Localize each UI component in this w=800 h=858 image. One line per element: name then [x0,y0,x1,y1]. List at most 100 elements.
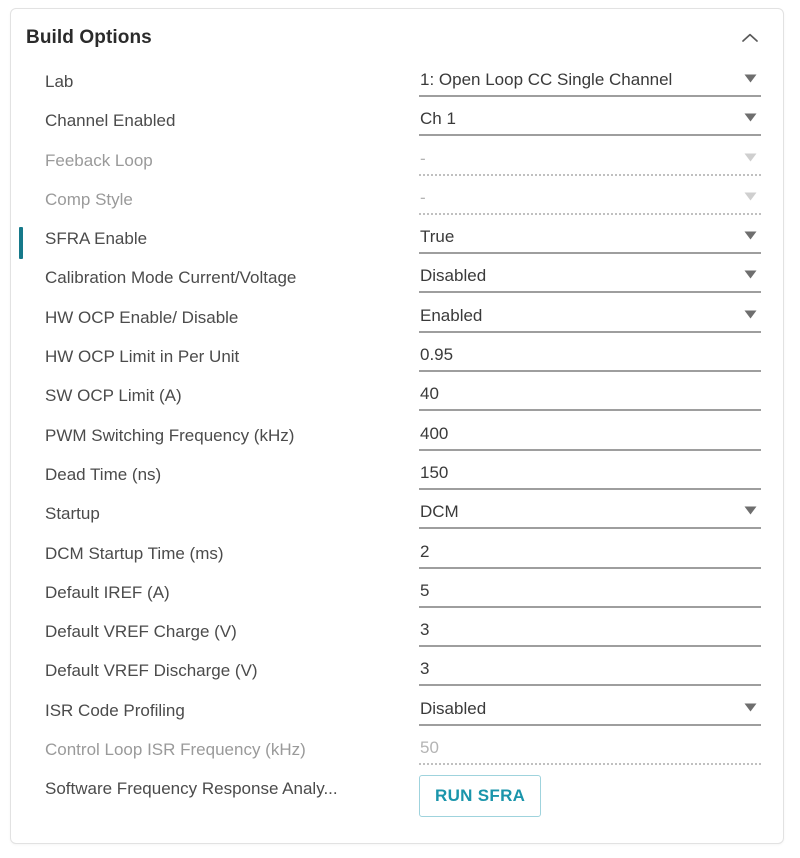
chevron-down-icon [739,185,761,201]
option-input[interactable]: 5 [419,578,763,608]
chevron-down-icon[interactable] [739,303,761,319]
option-row: HW OCP Limit in Per Unit 0.95 [11,342,783,381]
option-control: 0.95 [419,342,763,374]
option-control: Enabled [419,303,763,335]
option-value: Enabled [420,305,483,325]
option-control: - [419,185,763,217]
option-value: True [420,227,455,247]
option-control: Disabled [419,263,763,295]
option-label: HW OCP Limit in Per Unit [45,347,240,367]
option-select[interactable]: DCM [419,499,763,530]
option-value: Ch 1 [420,109,456,129]
field-underline [419,527,761,530]
option-select[interactable]: Enabled [419,303,763,333]
chevron-down-icon [739,146,761,162]
option-value: - [420,148,426,168]
option-value: Disabled [420,266,487,286]
field-underline [419,723,761,726]
field-underline [419,409,761,412]
field-underline [419,291,761,294]
field-underline [419,566,761,569]
option-control: 150 [419,460,763,492]
option-value: 3 [420,659,430,679]
option-control: - [419,146,763,178]
option-control: 3 [419,617,763,649]
option-label: Lab [45,72,74,91]
option-control: 3 [419,656,763,688]
build-options-panel: Build Options Lab 1: Open Loop CC Single … [10,8,784,844]
option-value: 150 [420,462,449,482]
option-row: Comp Style - [11,185,783,224]
option-input[interactable]: 400 [419,421,763,451]
field-underline [419,763,761,766]
option-row: Lab 1: Open Loop CC Single Channel [11,67,783,106]
field-underline [419,487,761,490]
option-label: ISR Code Profiling [45,700,185,720]
option-control: Ch 1 [419,106,763,138]
option-control: 40 [419,381,763,413]
option-value: - [420,187,426,207]
field-underline [419,212,761,215]
option-row: SFRA Enable True [11,224,783,263]
option-label: PWM Switching Frequency (kHz) [45,425,295,445]
option-label: Control Loop ISR Frequency (kHz) [45,740,306,760]
chevron-down-icon[interactable] [739,499,761,515]
field-underline [419,134,761,137]
option-control: Disabled [419,696,763,728]
chevron-down-icon[interactable] [739,67,761,83]
option-input[interactable]: 3 [419,656,763,687]
option-label: Calibration Mode Current/Voltage [45,268,297,288]
option-value: Disabled [420,698,487,718]
option-row: Feeback Loop - [11,146,783,185]
page-title: Build Options [26,27,152,48]
option-value: 5 [420,580,430,600]
option-select[interactable]: True [419,224,763,255]
option-control: 400 [419,421,763,453]
chevron-down-icon[interactable] [739,263,761,279]
chevron-down-icon[interactable] [739,106,761,122]
field-underline [419,95,761,97]
option-select[interactable]: 1: Open Loop CC Single Channel [419,67,763,97]
option-row: Default VREF Charge (V) 3 [11,617,783,656]
panel-header[interactable]: Build Options [11,9,783,67]
option-control: RUN SFRA [419,774,763,818]
field-underline [419,605,761,608]
option-input[interactable]: 2 [419,539,763,569]
option-select[interactable]: Ch 1 [419,106,763,137]
option-label: Default IREF (A) [45,582,170,602]
option-value: 0.95 [420,345,454,365]
option-row: Startup DCM [11,499,783,538]
option-value: 400 [420,423,449,443]
option-input[interactable]: 40 [419,381,763,412]
chevron-up-icon[interactable] [739,27,761,49]
option-row: SW OCP Limit (A) 40 [11,381,783,420]
option-row: DCM Startup Time (ms) 2 [11,539,783,578]
option-row: Software Frequency Response Analy... RUN … [11,774,783,832]
option-label: HW OCP Enable/ Disable [45,307,239,327]
option-select[interactable]: Disabled [419,263,763,294]
option-row: Control Loop ISR Frequency (kHz) 50 [11,735,783,774]
run-sfra-button[interactable]: RUN SFRA [419,775,542,818]
option-control: 50 [419,735,763,767]
field-underline [419,330,761,333]
option-value: 3 [420,620,430,640]
field-underline [419,173,761,176]
field-underline [419,370,761,373]
option-input[interactable]: 150 [419,460,763,490]
option-label: DCM Startup Time (ms) [45,543,224,563]
field-underline [419,684,761,687]
option-select[interactable]: Disabled [419,696,763,726]
chevron-down-icon[interactable] [739,224,761,240]
option-value: 1: Open Loop CC Single Channel [420,70,673,89]
option-row: HW OCP Enable/ Disable Enabled [11,303,783,342]
option-input[interactable]: 0.95 [419,342,763,373]
option-row: Dead Time (ns) 150 [11,460,783,499]
option-label: SW OCP Limit (A) [45,386,182,406]
selection-accent-bar [19,227,23,260]
chevron-down-icon[interactable] [739,696,761,712]
option-value: DCM [420,502,459,522]
option-label: Startup [45,504,100,524]
option-input[interactable]: 3 [419,617,763,648]
option-row: Calibration Mode Current/Voltage Disabled [11,263,783,302]
option-row: PWM Switching Frequency (kHz) 400 [11,421,783,460]
